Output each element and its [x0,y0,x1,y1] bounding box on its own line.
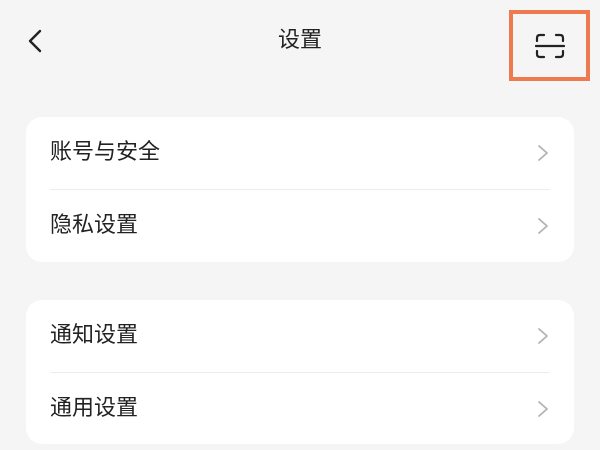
privacy-settings-item[interactable]: 隐私设置 [26,190,574,262]
chevron-right-icon [538,218,548,234]
notification-settings-item[interactable]: 通知设置 [26,300,574,372]
scan-button[interactable] [509,10,590,81]
settings-group-account: 账号与安全 隐私设置 [26,117,574,262]
general-settings-label: 通用设置 [50,396,139,421]
account-security-item[interactable]: 账号与安全 [26,117,574,189]
privacy-settings-label: 隐私设置 [50,213,139,238]
account-security-label: 账号与安全 [50,140,161,165]
chevron-right-icon [538,145,548,161]
header-bar: 设置 [0,0,600,84]
scan-icon [534,33,565,58]
chevron-right-icon [538,401,548,417]
general-settings-item[interactable]: 通用设置 [26,373,574,445]
settings-group-general: 通知设置 通用设置 [26,300,574,444]
notification-settings-label: 通知设置 [50,323,139,348]
chevron-right-icon [538,328,548,344]
